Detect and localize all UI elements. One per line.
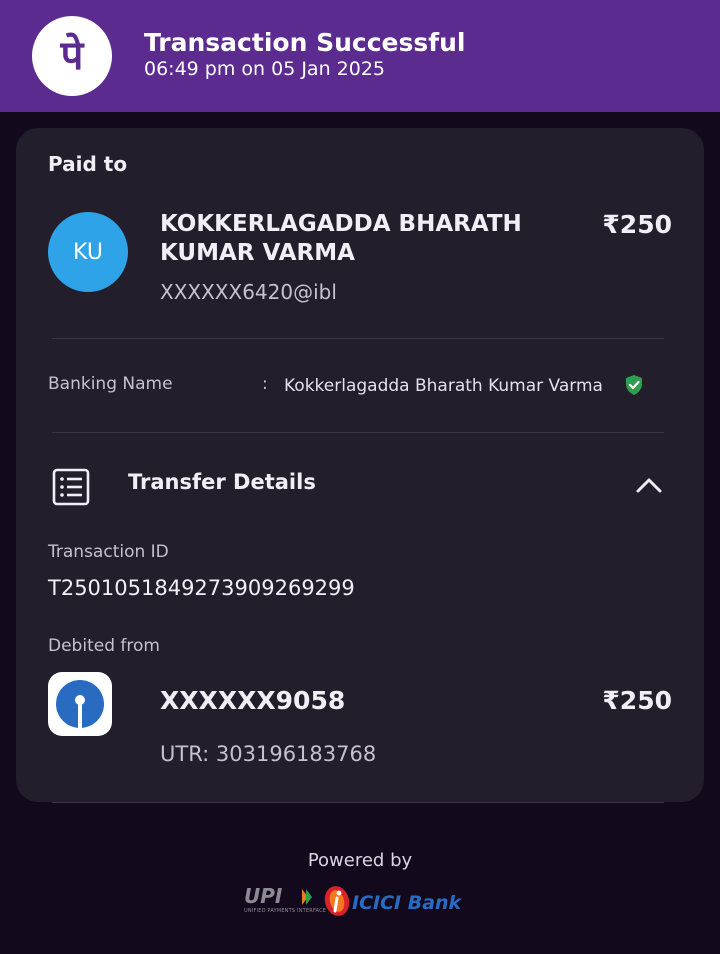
bank-logo-icon — [48, 672, 112, 736]
banking-name-label: Banking Name — [48, 374, 173, 394]
header-bar: पे Transaction Successful 06:49 pm on 05… — [0, 0, 720, 112]
debited-amount: ₹250 — [602, 686, 672, 715]
banking-name-value: Kokkerlagadda Bharath Kumar Varma — [284, 376, 603, 396]
icici-logo-icon — [322, 884, 352, 918]
avatar: KU — [48, 212, 128, 292]
payee-upi-id: XXXXXX6420@ibl — [160, 280, 337, 304]
phonepe-logo-icon: पे — [32, 16, 112, 96]
debited-from-label: Debited from — [48, 636, 160, 656]
transfer-details-title[interactable]: Transfer Details — [128, 470, 316, 494]
icici-bank-logo-text: ICICI Bank — [352, 892, 462, 914]
payee-amount: ₹250 — [602, 210, 672, 239]
upi-logo-icon: UPI UNIFIED PAYMENTS INTERFACE — [244, 886, 327, 916]
transaction-card: Paid to KU KOKKERLAGADDA BHARATH KUMAR V… — [16, 128, 704, 802]
upi-tagline: UNIFIED PAYMENTS INTERFACE — [244, 908, 327, 914]
list-details-icon — [52, 468, 90, 506]
payee-name[interactable]: KOKKERLAGADDA BHARATH KUMAR VARMA — [160, 210, 600, 268]
powered-by-label: Powered by — [307, 850, 413, 871]
debited-account: XXXXXX9058 — [160, 686, 346, 715]
transaction-id-value[interactable]: T2501051849273909269299 — [48, 576, 355, 600]
transaction-datetime: 06:49 pm on 05 Jan 2025 — [144, 58, 386, 80]
verified-shield-icon — [624, 374, 644, 396]
utr-number[interactable]: UTR: 303196183768 — [160, 742, 376, 766]
page-title: Transaction Successful — [144, 28, 466, 57]
partner-logos: UPI UNIFIED PAYMENTS INTERFACE ICICI Ban… — [240, 884, 480, 920]
chevron-up-icon[interactable] — [636, 476, 662, 496]
divider — [52, 802, 664, 803]
logo-glyph: पे — [60, 33, 84, 79]
banking-name-separator: : — [262, 374, 268, 394]
divider — [52, 338, 664, 339]
paid-to-label: Paid to — [48, 152, 128, 176]
divider — [52, 432, 664, 433]
transaction-id-label: Transaction ID — [48, 542, 169, 562]
